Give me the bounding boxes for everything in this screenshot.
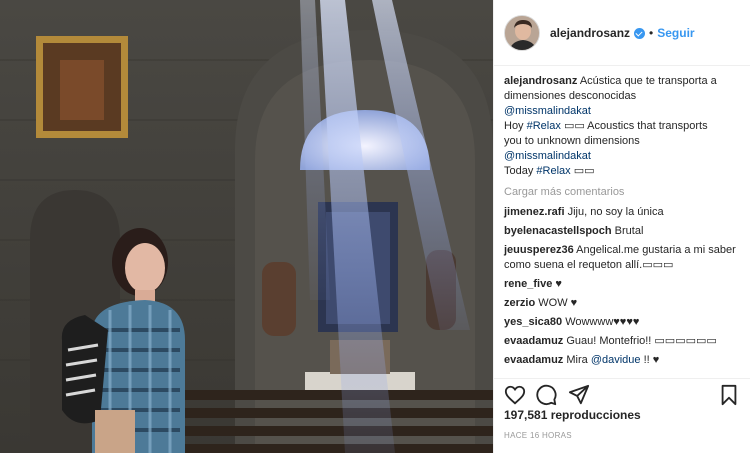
caption-text-4-suffix: ▭▭ Acoustics that transports (563, 120, 708, 132)
caption-hashtag-2[interactable]: #Relax (536, 165, 570, 177)
caption-text-1: Acústica que te transporta a (579, 75, 717, 87)
comment-item: jeuusperez36 Angelical.me gustaria a mi … (504, 243, 741, 273)
comment-text: Wowwww♥♥♥♥ (565, 316, 640, 328)
avatar[interactable] (504, 14, 540, 51)
caption-text-4-prefix: Hoy (504, 120, 524, 132)
comment-item: evaadamuz Guau! Montefrio!! ▭▭▭▭▭▭ (504, 334, 741, 349)
comment-text: Jiju, no soy la única (567, 206, 664, 218)
comment-username[interactable]: zerzio (504, 297, 535, 309)
comment-text: Guau! Montefrio!! ▭▭▭▭▭▭ (566, 335, 717, 347)
comment-item: yes_sica80 Wowwww♥♥♥♥ (504, 315, 741, 330)
comment-username[interactable]: byelenacastellspoch (504, 225, 612, 237)
caption-mention-1[interactable]: @missmalindakat (504, 104, 741, 119)
bookmark-icon[interactable] (718, 384, 740, 406)
post-video[interactable] (0, 0, 493, 453)
verified-badge-icon (634, 28, 646, 39)
follow-button[interactable]: Seguir (657, 26, 694, 40)
caption-hashtag-1[interactable]: #Relax (527, 120, 561, 132)
comment-username[interactable]: evaadamuz (504, 335, 563, 347)
comment-username[interactable]: rene_five (504, 278, 552, 290)
comment-username[interactable]: jimenez.rafi (504, 206, 565, 218)
caption-username[interactable]: alejandrosanz (504, 75, 577, 87)
post-header: alejandrosanz • Seguir (494, 0, 750, 66)
comment-item: zerzio WOW ♥ (504, 296, 741, 311)
comment-item: jimenez.rafi Jiju, no soy la única (504, 205, 741, 220)
comment-text: Brutal (614, 225, 644, 237)
comment-username[interactable]: yes_sica80 (504, 316, 562, 328)
instagram-post: alejandrosanz • Seguir alejandrosanz Acú… (0, 0, 750, 453)
comment-username[interactable]: jeuusperez36 (504, 244, 574, 256)
caption-text-5: you to unknown dimensions (504, 135, 640, 147)
action-bar (494, 378, 750, 408)
header-username[interactable]: alejandrosanz (550, 26, 630, 40)
comment-text-suffix: !! ♥ (643, 354, 660, 366)
post-timestamp[interactable]: HACE 16 HORAS (504, 431, 572, 440)
church-interior-image (0, 0, 493, 453)
heart-outline-icon[interactable] (504, 384, 526, 406)
comment-item: rene_five ♥ (504, 277, 741, 292)
comment-text-prefix: Mira (566, 354, 588, 366)
comment-item: evaadamuz Mira @davidue !! ♥ (504, 353, 741, 368)
separator-dot: • (649, 25, 654, 40)
view-count[interactable]: 197,581 reproducciones (504, 408, 641, 422)
caption-text-2: dimensiones desconocidas (504, 90, 637, 102)
speech-bubble-icon[interactable] (536, 384, 558, 406)
comments-list[interactable]: alejandrosanz Acústica que te transporta… (494, 72, 750, 375)
post-side-panel: alejandrosanz • Seguir alejandrosanz Acú… (493, 0, 750, 453)
comment-text: ♥ (555, 278, 562, 290)
comment-username[interactable]: evaadamuz (504, 354, 563, 366)
caption: alejandrosanz Acústica que te transporta… (504, 74, 741, 179)
comment-text: WOW ♥ (538, 297, 578, 309)
caption-text-7-suffix: ▭▭ (573, 165, 595, 177)
caption-mention-2[interactable]: @missmalindakat (504, 149, 741, 164)
caption-text-7-prefix: Today (504, 165, 534, 177)
load-more-comments-link[interactable]: Cargar más comentarios (504, 185, 741, 201)
comment-mention[interactable]: @davidue (591, 354, 641, 366)
comment-item: byelenacastellspoch Brutal (504, 224, 741, 239)
paper-plane-icon[interactable] (568, 384, 590, 406)
